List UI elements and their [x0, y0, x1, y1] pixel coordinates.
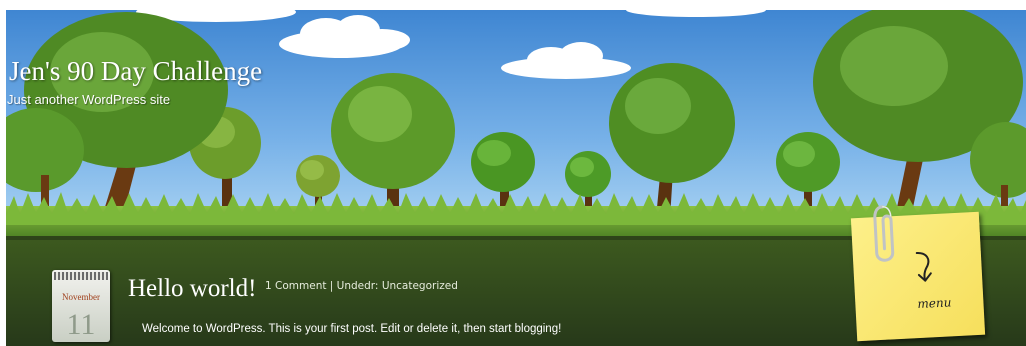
site-title[interactable]: Jen's 90 Day Challenge	[9, 56, 262, 87]
post-date-day: 11	[66, 308, 96, 341]
paperclip-icon	[873, 205, 895, 262]
post-meta[interactable]: 1 Comment | Undedr: Uncategorized	[265, 280, 458, 292]
post-date-month: November	[62, 292, 100, 302]
calendar-icon: November 11	[52, 270, 110, 342]
arrow-down-icon	[915, 252, 932, 282]
site-frame: Jen's 90 Day Challenge Just another Word…	[6, 10, 1026, 346]
post-title[interactable]: Hello world!	[128, 275, 256, 303]
calendar-rings	[54, 272, 108, 280]
menu-label: menu	[917, 295, 952, 312]
post-excerpt: Welcome to WordPress. This is your first…	[142, 323, 562, 335]
site-tagline: Just another WordPress site	[7, 92, 171, 107]
menu-button[interactable]: menu	[850, 205, 986, 342]
